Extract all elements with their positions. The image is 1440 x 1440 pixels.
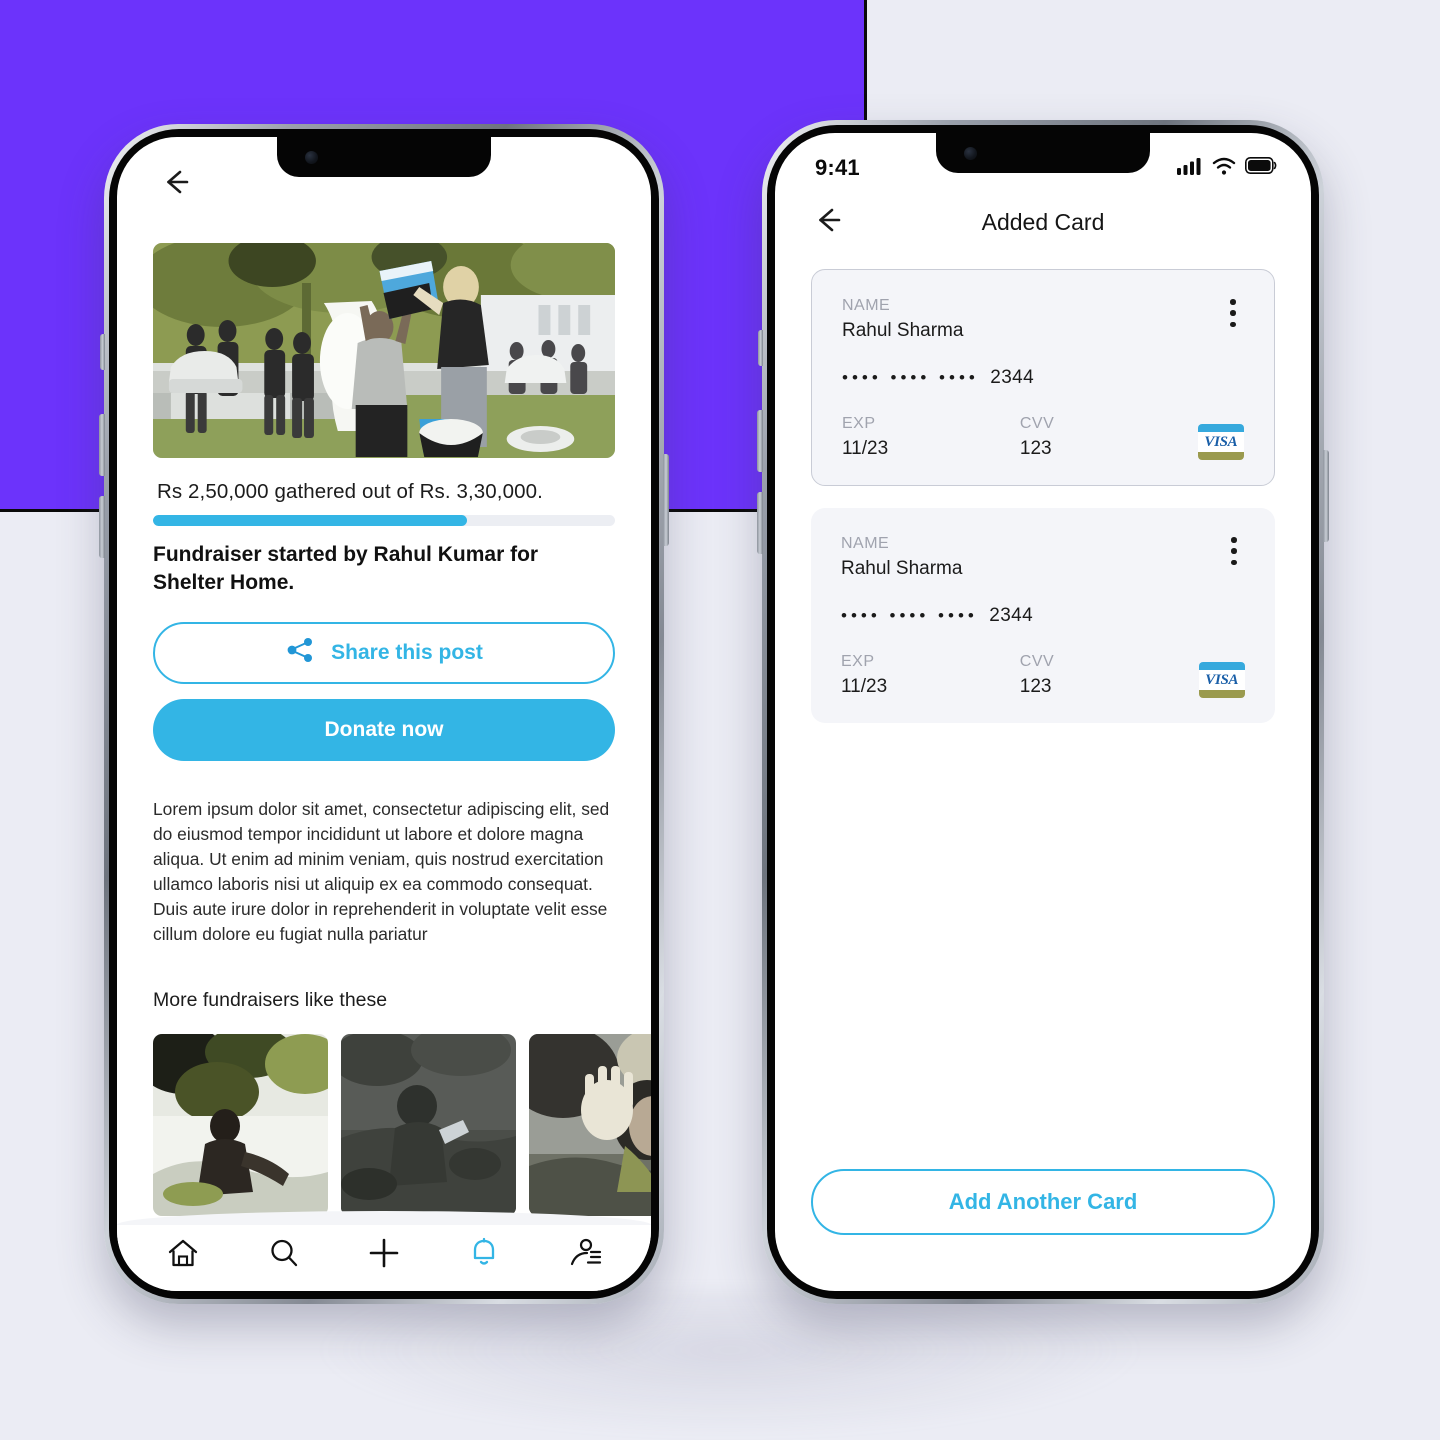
card-exp-label: EXP	[842, 415, 876, 432]
profile-list-icon	[567, 1236, 603, 1275]
card-masked-digits: •••• •••• ••••	[842, 368, 979, 387]
power-button-left[interactable]	[663, 454, 669, 546]
kebab-menu-icon[interactable]	[1220, 296, 1246, 330]
card-name-value: Rahul Sharma	[842, 320, 964, 341]
share-icon	[285, 635, 315, 671]
sidebar-item-notifications[interactable]	[456, 1231, 512, 1279]
list-item[interactable]	[529, 1033, 651, 1216]
card-exp-col: EXP 11/23	[841, 653, 1020, 698]
status-icons	[1177, 157, 1277, 180]
fundraiser-description: Lorem ipsum dolor sit amet, consectetur …	[153, 799, 610, 944]
add-another-card-button[interactable]: Add Another Card	[811, 1169, 1275, 1235]
visa-brand-text: VISA	[1205, 671, 1239, 688]
card-meta-row: EXP 11/23 CVV 123 VISA	[842, 415, 1244, 460]
status-time: 9:41	[815, 155, 860, 180]
card-cvv-label: CVV	[1019, 415, 1055, 432]
card-last4: 2344	[989, 605, 1034, 626]
search-icon	[267, 1236, 301, 1275]
plus-icon	[366, 1235, 402, 1276]
sidebar-item-add[interactable]	[356, 1231, 412, 1279]
wifi-icon	[1212, 157, 1236, 180]
card-number: •••• •••• •••• 2344	[841, 605, 1245, 627]
card-meta-row: EXP 11/23 CVV 123 VISA	[841, 653, 1246, 698]
card-item[interactable]: NAME Rahul Sharma •••• •••• •••• 2344 EX…	[811, 269, 1275, 486]
kebab-menu-icon[interactable]	[1221, 534, 1247, 568]
card-last4: 2344	[990, 367, 1035, 388]
power-button-right[interactable]	[1323, 450, 1329, 542]
card-exp-value: 11/23	[842, 438, 889, 459]
card-cvv-col: CVV 123	[1020, 415, 1198, 460]
sidebar-item-home[interactable]	[155, 1231, 211, 1279]
battery-full-icon	[1245, 157, 1277, 179]
card-name-label: NAME	[842, 297, 891, 314]
card-list: NAME Rahul Sharma •••• •••• •••• 2344 EX…	[775, 255, 1311, 723]
card-exp-value: 11/23	[841, 676, 888, 697]
back-arrow-icon[interactable]	[809, 201, 847, 244]
progress-bar-fill	[153, 515, 468, 526]
fundraiser-title: Fundraiser started by Rahul Kumar for Sh…	[153, 543, 539, 594]
visa-brand-text: VISA	[1204, 433, 1238, 450]
card-item[interactable]: NAME Rahul Sharma •••• •••• •••• 2344 EX…	[811, 508, 1275, 723]
volume-up-right[interactable]	[757, 410, 763, 472]
card-exp-col: EXP 11/23	[842, 415, 1020, 460]
donate-now-label: Donate now	[324, 718, 444, 742]
volume-down-left[interactable]	[99, 496, 105, 558]
front-camera-left	[305, 151, 318, 164]
visa-logo-icon: VISA	[1198, 662, 1246, 698]
card-cvv-value: 123	[1019, 438, 1052, 459]
share-post-label: Share this post	[331, 641, 483, 665]
screen-left: Rs 2,50,000 gathered out of Rs. 3,30,000…	[117, 137, 651, 1291]
list-item[interactable]	[341, 1033, 516, 1216]
back-arrow-icon[interactable]	[157, 163, 195, 201]
bell-icon	[467, 1236, 501, 1275]
card-name-label: NAME	[841, 535, 890, 552]
share-post-button[interactable]: Share this post	[153, 622, 615, 685]
volume-down-right[interactable]	[757, 492, 763, 554]
screen-right: 9:41 Added Card NAME Rahul Sharma •••• •…	[775, 133, 1311, 1291]
page-header: Added Card	[775, 189, 1311, 255]
page-title: Added Card	[981, 208, 1105, 235]
add-another-card-label: Add Another Card	[948, 1189, 1138, 1214]
visa-logo-icon: VISA	[1197, 424, 1244, 460]
sidebar-item-profile[interactable]	[557, 1231, 613, 1279]
home-icon	[166, 1236, 200, 1275]
bottom-tabbar	[117, 1225, 651, 1291]
card-exp-label: EXP	[841, 653, 875, 670]
card-name-value: Rahul Sharma	[841, 558, 963, 579]
list-item[interactable]	[153, 1033, 328, 1216]
phone-mockup-left: Rs 2,50,000 gathered out of Rs. 3,30,000…	[99, 124, 669, 1304]
sidebar-item-search[interactable]	[256, 1231, 312, 1279]
more-fundraisers-title: More fundraisers like these	[153, 988, 388, 1011]
volume-up-left[interactable]	[99, 414, 105, 476]
cellular-signal-icon	[1177, 157, 1203, 180]
silent-switch-right[interactable]	[758, 330, 763, 366]
phones-ground-shadow	[300, 1290, 1160, 1440]
hero-image	[153, 243, 615, 458]
card-number: •••• •••• •••• 2344	[842, 367, 1244, 389]
progress-text: Rs 2,50,000 gathered out of Rs. 3,30,000…	[157, 480, 543, 503]
card-cvv-label: CVV	[1019, 653, 1055, 670]
silent-switch-left[interactable]	[100, 334, 105, 370]
more-fundraisers-list	[153, 1033, 651, 1216]
phone-mockup-right: 9:41 Added Card NAME Rahul Sharma •••• •…	[757, 120, 1329, 1304]
notch-left	[277, 137, 491, 177]
card-cvv-value: 123	[1019, 676, 1052, 697]
card-cvv-col: CVV 123	[1020, 653, 1199, 698]
front-camera-right	[964, 147, 977, 160]
card-masked-digits: •••• •••• ••••	[841, 606, 978, 625]
donate-now-button[interactable]: Donate now	[153, 699, 615, 762]
notch-right	[936, 133, 1150, 173]
progress-bar	[153, 515, 615, 526]
